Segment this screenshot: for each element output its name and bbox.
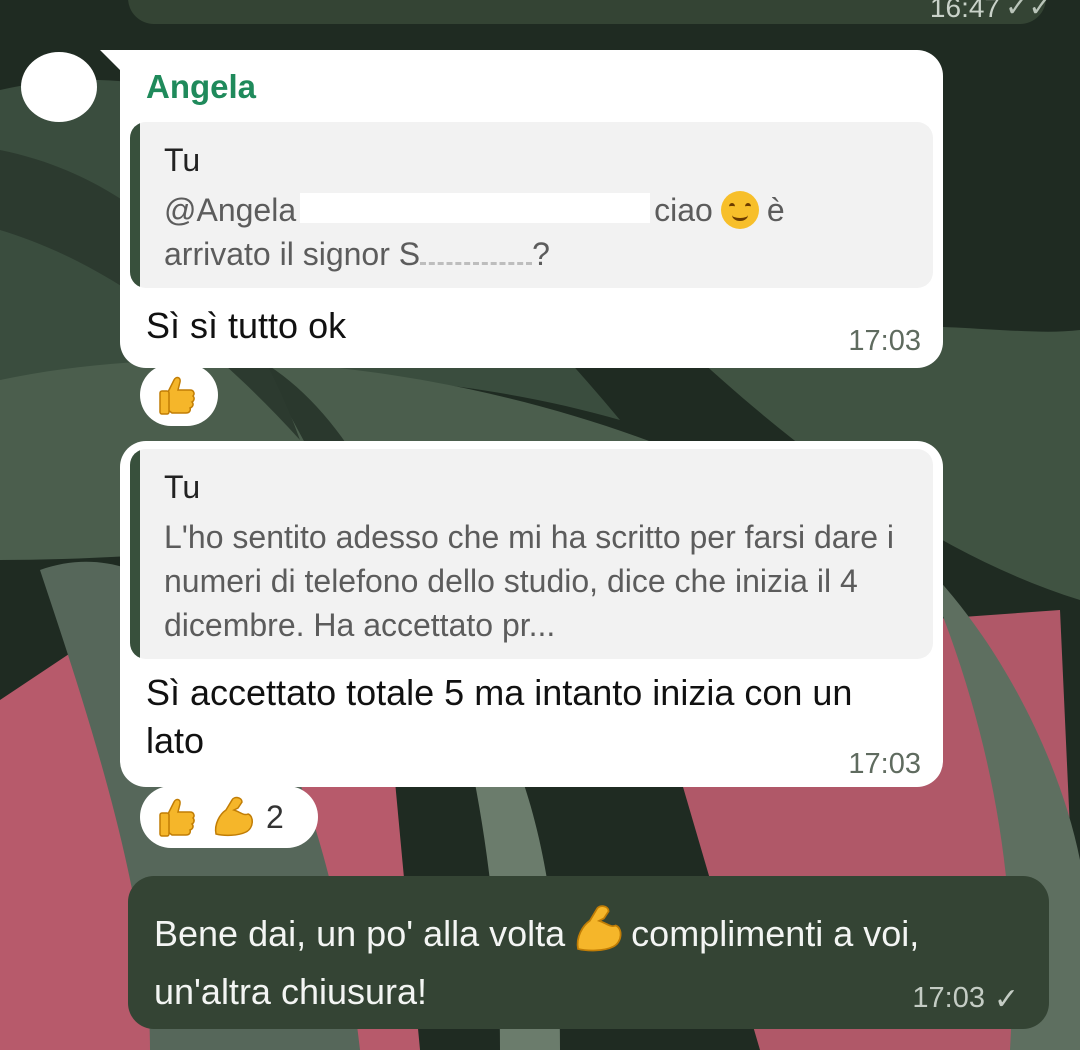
quote-author: Tu xyxy=(164,469,201,505)
quote-text-greeting: ciao xyxy=(654,192,713,228)
thumbs-up-emoji-icon xyxy=(159,376,195,415)
previous-message-bubble[interactable] xyxy=(128,0,1046,24)
quote-text: L'ho sentito adesso che mi ha scritto pe… xyxy=(164,519,895,643)
quoted-message[interactable]: Tu L'ho sentito adesso che mi ha scritto… xyxy=(130,449,933,659)
bubble-tail xyxy=(100,50,122,72)
message-bubble-1[interactable]: Angela Tu @Angela ciao è arrivato il signo… xyxy=(120,50,943,368)
flexed-biceps-emoji-icon xyxy=(576,905,622,952)
message-bubble-2[interactable]: Tu L'ho sentito adesso che mi ha scritto… xyxy=(120,441,943,787)
quote-text-end: ? xyxy=(532,236,550,272)
reaction-pill[interactable]: 2 xyxy=(140,786,318,848)
redacted-area xyxy=(420,240,533,265)
smiling-face-emoji-icon xyxy=(720,191,759,229)
message-time: 17:03 xyxy=(848,748,921,780)
reaction-count: 2 xyxy=(266,798,284,835)
double-check-icon: ✓✓ xyxy=(1005,0,1052,22)
avatar[interactable] xyxy=(21,52,97,122)
message-text: Sì sì tutto ok xyxy=(146,305,347,346)
quote-text-line: arrivato il signor S xyxy=(164,236,421,272)
message-bubble-3[interactable]: Bene dai, un po' alla volta complimenti … xyxy=(128,876,1049,1029)
quote-text-start: @Angela xyxy=(164,192,297,228)
reaction-pill[interactable] xyxy=(140,364,218,426)
quoted-message[interactable]: Tu @Angela ciao è arrivato il signor S? xyxy=(130,122,933,288)
quote-text: @Angela ciao è arrivato il signor S? xyxy=(164,188,913,276)
single-check-icon: ✓ xyxy=(993,983,1019,1016)
message-time: 17:03 xyxy=(848,325,921,357)
message-text: Bene dai, un po' alla volta complimenti … xyxy=(154,902,989,1021)
sender-name[interactable]: Angela xyxy=(146,68,256,106)
message-text: Sì accettato totale 5 ma intanto inizia … xyxy=(146,672,853,761)
previous-message-time: 16:47 xyxy=(929,0,1000,23)
quote-author: Tu xyxy=(164,142,201,178)
redacted-area xyxy=(272,78,632,104)
message-text-start: Bene dai, un po' alla volta xyxy=(154,913,566,954)
redacted-area xyxy=(300,193,651,223)
quote-text-verb: è xyxy=(766,192,785,228)
thumbs-up-emoji-icon xyxy=(159,798,195,837)
message-time: 17:03 xyxy=(912,982,985,1014)
flexed-biceps-emoji-icon xyxy=(214,796,253,837)
